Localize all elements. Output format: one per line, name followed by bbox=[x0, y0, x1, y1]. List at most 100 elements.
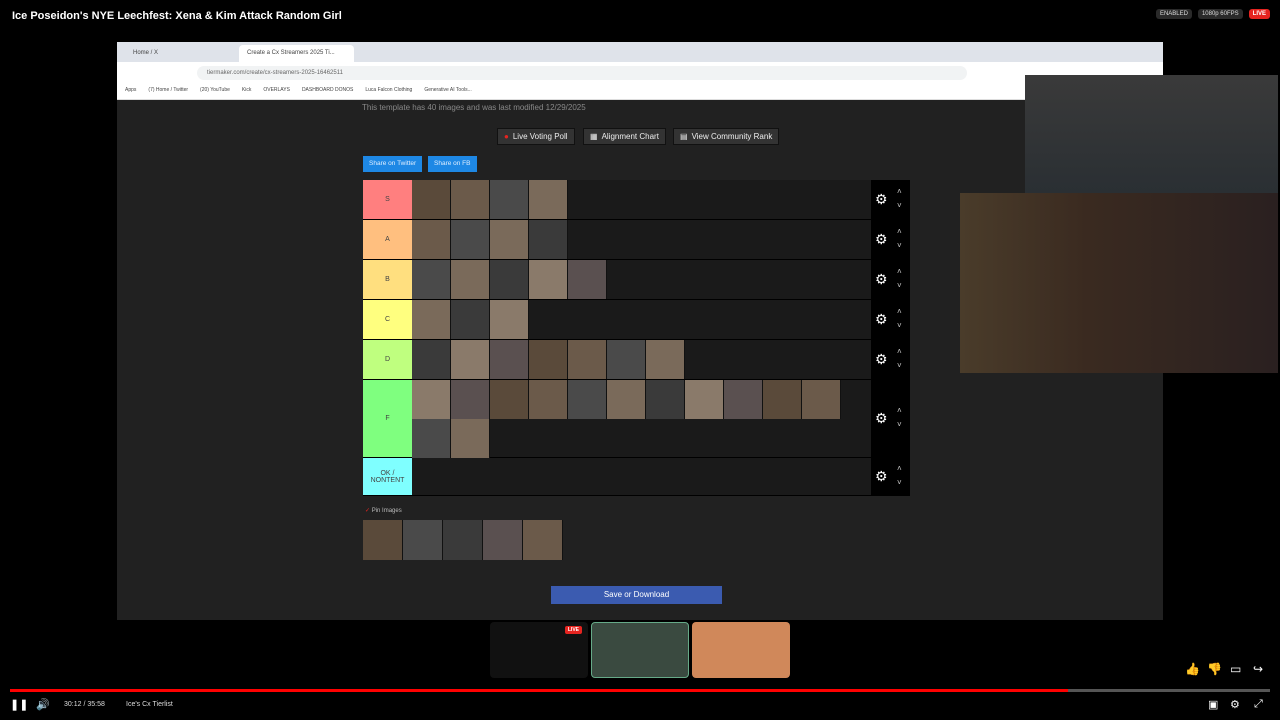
move-down-icon[interactable]: ˅ bbox=[897, 242, 902, 250]
bookmark[interactable]: Kick bbox=[242, 87, 251, 96]
tier-image[interactable] bbox=[490, 340, 529, 379]
tier-image[interactable] bbox=[412, 340, 451, 379]
tier-image[interactable] bbox=[529, 340, 568, 379]
tier-image[interactable] bbox=[763, 380, 802, 419]
gear-icon[interactable]: ⚙ bbox=[875, 311, 888, 328]
bookmark[interactable]: (20) YouTube bbox=[200, 87, 230, 96]
tier-image[interactable] bbox=[568, 260, 607, 299]
tier-image[interactable] bbox=[529, 260, 568, 299]
gear-icon[interactable]: ⚙ bbox=[875, 191, 888, 208]
move-down-icon[interactable]: ˅ bbox=[897, 202, 902, 210]
tier-label[interactable]: A bbox=[363, 220, 412, 259]
tier-image[interactable] bbox=[451, 380, 490, 419]
comment-icon[interactable]: ▭ bbox=[1230, 662, 1241, 676]
tier-image[interactable] bbox=[490, 300, 529, 339]
pool-image[interactable] bbox=[523, 520, 563, 560]
tier-image[interactable] bbox=[607, 340, 646, 379]
tier-label[interactable]: C bbox=[363, 300, 412, 339]
move-up-icon[interactable]: ˄ bbox=[897, 407, 902, 415]
share-twitter-button[interactable]: Share on Twitter bbox=[363, 156, 423, 172]
gear-icon[interactable]: ⚙ bbox=[875, 231, 888, 248]
tier-image[interactable] bbox=[529, 180, 568, 219]
volume-icon[interactable]: 🔊 bbox=[36, 698, 50, 711]
tier-image[interactable] bbox=[451, 340, 490, 379]
scene-thumb[interactable] bbox=[591, 622, 689, 678]
tab-tiermaker[interactable]: Create a Cx Streamers 2025 Ti... bbox=[239, 45, 354, 62]
scene-thumb[interactable] bbox=[692, 622, 790, 678]
move-down-icon[interactable]: ˅ bbox=[897, 282, 902, 290]
bookmark[interactable]: Generative AI Tools... bbox=[424, 87, 471, 96]
tier-image[interactable] bbox=[412, 260, 451, 299]
tier-image[interactable] bbox=[412, 380, 451, 419]
move-down-icon[interactable]: ˅ bbox=[897, 362, 902, 370]
community-rank-button[interactable]: ▤ View Community Rank bbox=[673, 128, 780, 145]
like-icon[interactable]: 👍 bbox=[1185, 662, 1200, 676]
bookmark[interactable]: (7) Home / Twitter bbox=[148, 87, 188, 96]
progress-bar[interactable] bbox=[10, 689, 1270, 692]
tier-label[interactable]: OK / NONTENT bbox=[363, 458, 412, 495]
share-icon[interactable]: ↪ bbox=[1253, 662, 1263, 676]
pool-image[interactable] bbox=[483, 520, 523, 560]
move-up-icon[interactable]: ˄ bbox=[897, 228, 902, 236]
tab-home[interactable]: Home / X bbox=[125, 45, 237, 62]
settings-icon[interactable]: ⚙ bbox=[1230, 698, 1240, 711]
pool-image[interactable] bbox=[403, 520, 443, 560]
url-field[interactable]: tiermaker.com/create/cx-streamers-2025-1… bbox=[197, 66, 967, 80]
tier-label[interactable]: B bbox=[363, 260, 412, 299]
move-down-icon[interactable]: ˅ bbox=[897, 322, 902, 330]
tier-image[interactable] bbox=[451, 180, 490, 219]
tier-image[interactable] bbox=[490, 260, 529, 299]
move-up-icon[interactable]: ˄ bbox=[897, 188, 902, 196]
pin-images-toggle[interactable]: ✓ Pin Images bbox=[365, 507, 402, 514]
pause-icon[interactable]: ❚❚ bbox=[10, 698, 28, 711]
bookmark[interactable]: Apps bbox=[125, 87, 136, 96]
tier-image[interactable] bbox=[451, 300, 490, 339]
tier-image[interactable] bbox=[529, 380, 568, 419]
gear-icon[interactable]: ⚙ bbox=[875, 271, 888, 288]
tier-image[interactable] bbox=[412, 180, 451, 219]
tier-image[interactable] bbox=[412, 300, 451, 339]
tier-image[interactable] bbox=[646, 340, 685, 379]
chapter-label[interactable]: Ice's Cx Tierlist bbox=[126, 701, 173, 708]
tier-image[interactable] bbox=[490, 220, 529, 259]
tier-label[interactable]: S bbox=[363, 180, 412, 219]
move-up-icon[interactable]: ˄ bbox=[897, 308, 902, 316]
live-voting-button[interactable]: ● Live Voting Poll bbox=[497, 128, 575, 145]
gear-icon[interactable]: ⚙ bbox=[875, 351, 888, 368]
move-up-icon[interactable]: ˄ bbox=[897, 348, 902, 356]
share-fb-button[interactable]: Share on FB bbox=[428, 156, 477, 172]
tier-label[interactable]: F bbox=[363, 380, 412, 457]
tier-image[interactable] bbox=[451, 220, 490, 259]
fullscreen-icon[interactable]: ⤢ bbox=[1254, 698, 1263, 711]
tier-image[interactable] bbox=[490, 380, 529, 419]
dislike-icon[interactable]: 👎 bbox=[1207, 662, 1222, 676]
save-button[interactable]: Save or Download bbox=[551, 586, 722, 604]
tier-image[interactable] bbox=[802, 380, 841, 419]
gear-icon[interactable]: ⚙ bbox=[875, 410, 888, 427]
alignment-chart-button[interactable]: ▦ Alignment Chart bbox=[583, 128, 666, 145]
tier-image[interactable] bbox=[646, 380, 685, 419]
tier-image[interactable] bbox=[490, 180, 529, 219]
move-up-icon[interactable]: ˄ bbox=[897, 268, 902, 276]
tier-image[interactable] bbox=[529, 220, 568, 259]
bookmark[interactable]: DASHBOARD DONOS bbox=[302, 87, 353, 96]
tier-image[interactable] bbox=[685, 380, 724, 419]
tier-image[interactable] bbox=[568, 380, 607, 419]
tier-image[interactable] bbox=[607, 380, 646, 419]
move-up-icon[interactable]: ˄ bbox=[897, 465, 902, 473]
tier-image[interactable] bbox=[724, 380, 763, 419]
pool-image[interactable] bbox=[443, 520, 483, 560]
pool-image[interactable] bbox=[363, 520, 403, 560]
tier-image[interactable] bbox=[451, 260, 490, 299]
tier-image[interactable] bbox=[451, 419, 490, 458]
move-down-icon[interactable]: ˅ bbox=[897, 421, 902, 429]
move-down-icon[interactable]: ˅ bbox=[897, 479, 902, 487]
tier-image[interactable] bbox=[412, 220, 451, 259]
gear-icon[interactable]: ⚙ bbox=[875, 468, 888, 485]
scene-thumb[interactable]: LIVE bbox=[490, 622, 588, 678]
tier-image[interactable] bbox=[568, 340, 607, 379]
captions-icon[interactable]: ▣ bbox=[1208, 698, 1218, 711]
bookmark[interactable]: OVERLAYS bbox=[263, 87, 290, 96]
tier-image[interactable] bbox=[412, 419, 451, 458]
tier-label[interactable]: D bbox=[363, 340, 412, 379]
